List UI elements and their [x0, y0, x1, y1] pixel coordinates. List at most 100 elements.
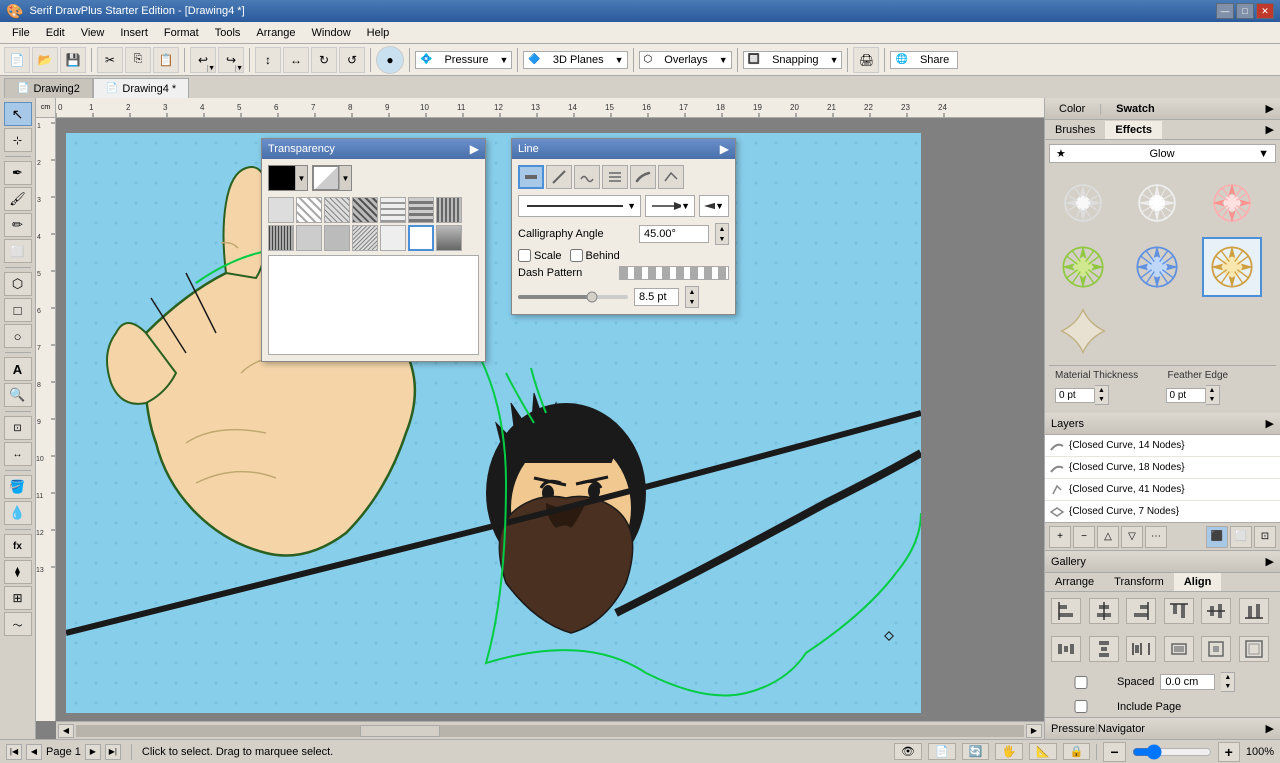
trans-swatch-4[interactable] — [380, 197, 406, 223]
scroll-right-btn[interactable]: ▶ — [1026, 724, 1042, 738]
trans-swatch-5[interactable] — [408, 197, 434, 223]
page-first-btn[interactable]: |◀ — [6, 744, 22, 760]
layer-view-2[interactable]: ⬜ — [1230, 526, 1252, 548]
tb-snapping-label[interactable]: Snapping — [764, 52, 827, 68]
distribute-equal-h[interactable] — [1126, 636, 1156, 662]
menu-insert[interactable]: Insert — [112, 25, 156, 41]
page-next-btn[interactable]: ▶ — [85, 744, 101, 760]
menu-edit[interactable]: Edit — [38, 25, 73, 41]
tool-crop[interactable]: ⊞ — [4, 586, 32, 610]
view-lock-btn[interactable]: 🔒 — [1063, 743, 1091, 760]
tool-fx[interactable]: fx — [4, 534, 32, 558]
menu-arrange[interactable]: Arrange — [248, 25, 303, 41]
effects-tab[interactable]: Effects — [1105, 121, 1162, 139]
effect-item-7[interactable] — [1053, 301, 1113, 361]
minimize-button[interactable]: — — [1216, 3, 1234, 19]
line-tool-brush[interactable] — [630, 165, 656, 189]
view-measure-btn[interactable]: 📐 — [1029, 743, 1057, 760]
transparency-panel-header[interactable]: Transparency ▶ — [262, 139, 485, 159]
layer-add-btn[interactable]: + — [1049, 526, 1071, 548]
tb-pressure-label[interactable]: Pressure — [436, 52, 496, 68]
distribute-h[interactable] — [1051, 636, 1081, 662]
spaced-spinner[interactable]: ▲ ▼ — [1221, 672, 1235, 692]
tb-undo[interactable]: ↩ ▼ — [190, 47, 216, 73]
tool-eraser[interactable]: ⬜ — [4, 239, 32, 263]
line-tool-hatched[interactable] — [602, 165, 628, 189]
tool-ellipse[interactable]: ○ — [4, 324, 32, 348]
tool-dimension[interactable]: ↔ — [4, 442, 32, 466]
tool-text[interactable]: A — [4, 357, 32, 381]
trans-swatch-3[interactable] — [352, 197, 378, 223]
tb-new[interactable]: 📄 — [4, 47, 30, 73]
menu-view[interactable]: View — [73, 25, 113, 41]
tool-zoom[interactable]: 🔍 — [4, 383, 32, 407]
tb-open[interactable]: 📂 — [32, 47, 58, 73]
calligraphy-angle-spinner[interactable]: ▲ ▼ — [715, 223, 729, 245]
line-close[interactable]: ▶ — [720, 142, 729, 156]
effect-item-6[interactable] — [1202, 237, 1262, 297]
layer-item-3[interactable]: {Closed Curve, 7 Nodes} — [1045, 501, 1280, 522]
tb-flip-v[interactable]: ↕ — [255, 47, 281, 73]
layer-move-up-btn[interactable]: △ — [1097, 526, 1119, 548]
tool-node[interactable]: ⊹ — [4, 128, 32, 152]
tb-copy[interactable]: ⎘ — [125, 47, 151, 73]
spaced-up[interactable]: ▲ — [1221, 673, 1234, 682]
line-end-style[interactable]: ▼ — [645, 195, 695, 217]
tool-pen[interactable]: ✒ — [4, 161, 32, 185]
layer-view-1[interactable]: ⬛ — [1206, 526, 1228, 548]
tool-pencil[interactable]: ✏ — [4, 213, 32, 237]
tool-paintbrush[interactable]: 🖌 — [4, 187, 32, 211]
swatch-tab[interactable]: Swatch — [1108, 101, 1163, 117]
mt-down[interactable]: ▼ — [1095, 395, 1108, 404]
tb-snapping-group[interactable]: 🔲 Snapping ▼ — [743, 51, 843, 69]
menu-window[interactable]: Window — [304, 25, 359, 41]
align-middle-v[interactable] — [1201, 598, 1231, 624]
view-normal-btn[interactable]: 👁 — [894, 743, 922, 760]
transform-tab[interactable]: Transform — [1104, 573, 1174, 591]
align-bottom[interactable] — [1239, 598, 1269, 624]
include-page-checkbox[interactable] — [1051, 700, 1111, 713]
layer-item-1[interactable]: {Closed Curve, 18 Nodes} — [1045, 457, 1280, 479]
line-tool-solid[interactable] — [518, 165, 544, 189]
tb-paste[interactable]: 📋 — [153, 47, 179, 73]
pressure-tab-label[interactable]: Pressure — [1051, 723, 1095, 735]
view-pan-btn[interactable]: 🖐 — [995, 743, 1023, 760]
page-prev-btn[interactable]: ◀ — [26, 744, 42, 760]
tb-print[interactable]: 🖨 — [853, 47, 879, 73]
tool-blend[interactable]: ⧫ — [4, 560, 32, 584]
fe-down[interactable]: ▼ — [1206, 395, 1219, 404]
menu-help[interactable]: Help — [359, 25, 398, 41]
tb-overlays-group[interactable]: ⬡ Overlays ▼ — [639, 51, 732, 69]
tb-3d-label[interactable]: 3D Planes — [545, 52, 612, 68]
behind-checkbox[interactable] — [570, 249, 583, 262]
spaced-value-input[interactable] — [1160, 674, 1215, 690]
effect-item-1[interactable] — [1053, 173, 1113, 233]
close-button[interactable]: ✕ — [1256, 3, 1274, 19]
tb-redo[interactable]: ↪ ▼ — [218, 47, 244, 73]
align-tab[interactable]: Align — [1174, 573, 1222, 591]
maximize-button[interactable]: □ — [1236, 3, 1254, 19]
layer-view-3[interactable]: ⊡ — [1254, 526, 1276, 548]
size-spinner[interactable]: ▲ ▼ — [685, 286, 699, 308]
align-left[interactable] — [1051, 598, 1081, 624]
tb-pressure-group[interactable]: 💠 Pressure ▼ — [415, 51, 512, 69]
calligraphy-angle-input[interactable] — [639, 225, 709, 243]
align-page[interactable] — [1201, 636, 1231, 662]
tb-overlays-label[interactable]: Overlays — [656, 52, 715, 68]
menu-format[interactable]: Format — [156, 25, 207, 41]
trans-swatch-0[interactable] — [268, 197, 294, 223]
scale-checkbox-label[interactable]: Scale — [518, 249, 562, 262]
layer-move-down-btn[interactable]: ▽ — [1121, 526, 1143, 548]
menu-tools[interactable]: Tools — [207, 25, 249, 41]
effect-item-2[interactable] — [1127, 173, 1187, 233]
layers-expand[interactable]: ▶ — [1266, 417, 1274, 430]
navigator-tab-label[interactable]: Navigator — [1098, 723, 1145, 735]
pressure-nav-expand[interactable]: ▶ — [1266, 722, 1274, 735]
effect-item-3[interactable] — [1202, 173, 1262, 233]
tool-rect[interactable]: □ — [4, 298, 32, 322]
scroll-thumb-h[interactable] — [360, 725, 440, 737]
feather-edge-input[interactable] — [1166, 388, 1206, 403]
spaced-down[interactable]: ▼ — [1221, 682, 1234, 691]
line-style-selector[interactable]: ▼ — [518, 195, 641, 217]
make-same-size[interactable] — [1164, 636, 1194, 662]
